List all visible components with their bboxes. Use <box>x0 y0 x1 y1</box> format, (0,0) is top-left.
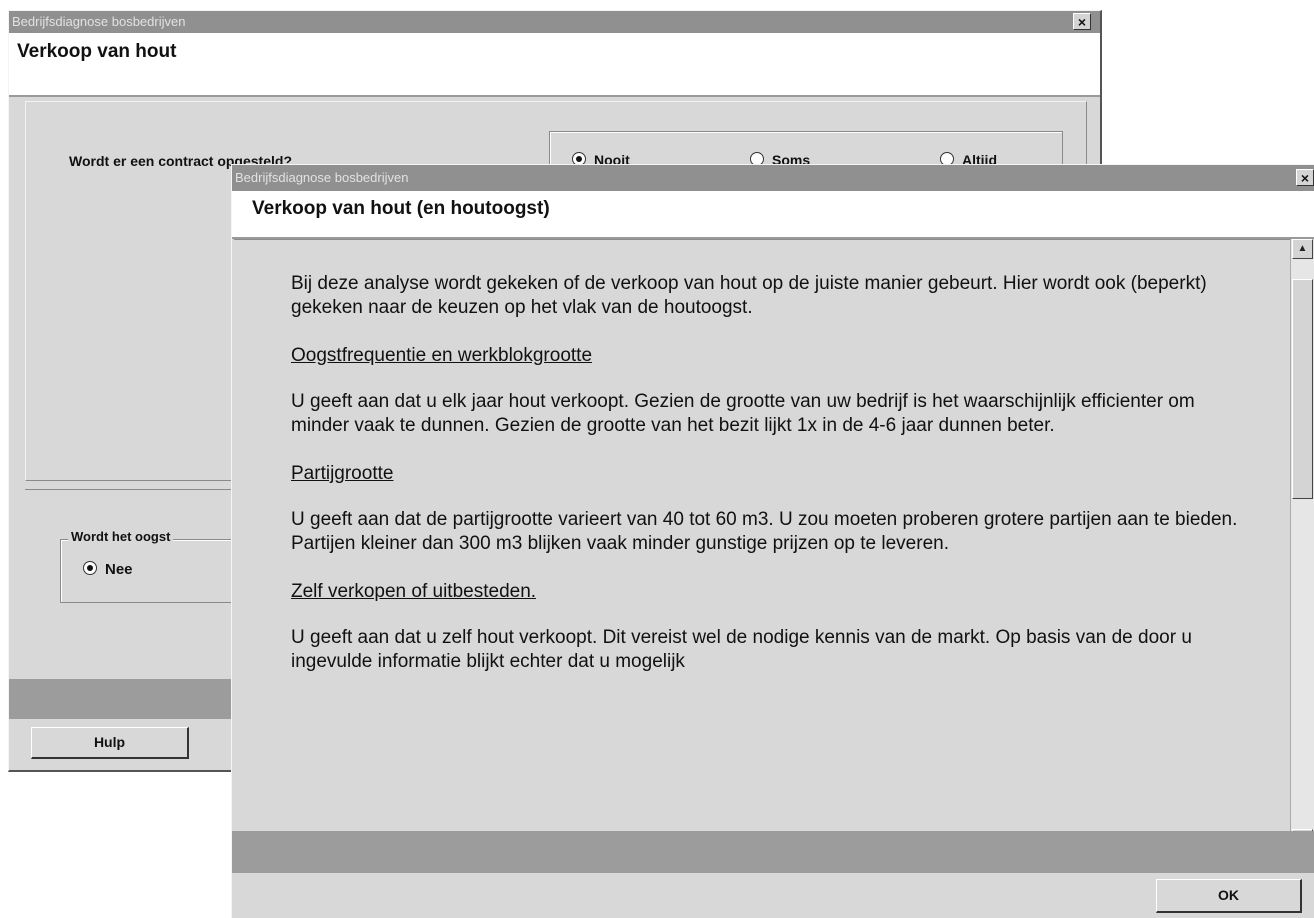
scroll-up-icon[interactable]: ▲ <box>1292 239 1313 259</box>
section-heading-oogstfrequentie: Oogstfrequentie en werkblokgrootte <box>291 345 593 366</box>
scroll-thumb[interactable] <box>1292 279 1313 499</box>
front-dialog-close-icon[interactable]: × <box>1296 169 1314 186</box>
help-button[interactable]: Hulp <box>31 727 189 759</box>
front-dialog-header: Verkoop van hout (en houtoogst) <box>232 191 1314 239</box>
report-content: Bij deze analyse wordt gekeken of de ver… <box>291 272 1251 698</box>
radio-nee-circle[interactable] <box>83 561 97 575</box>
front-dialog-titlebar[interactable]: Bedrijfsdiagnose bosbedrijven <box>232 165 1314 191</box>
vertical-scrollbar[interactable]: ▲ ▼ <box>1290 239 1314 851</box>
report-text-area[interactable]: Bij deze analyse wordt gekeken of de ver… <box>234 239 1290 890</box>
section-body-oogstfrequentie: U geeft aan dat u elk jaar hout verkoopt… <box>291 391 1195 436</box>
front-dialog-window: Bedrijfsdiagnose bosbedrijven × Verkoop … <box>231 164 1314 918</box>
back-dialog-titlebar[interactable]: Bedrijfsdiagnose bosbedrijven <box>9 11 1100 33</box>
radio-nee[interactable]: Nee <box>83 561 133 578</box>
ok-button[interactable]: OK <box>1156 879 1302 913</box>
radio-nee-label: Nee <box>105 561 133 578</box>
front-status-bar <box>232 831 1314 873</box>
section-body-partijgrootte: U geeft aan dat de partijgrootte varieer… <box>291 509 1238 554</box>
section-heading-partijgrootte: Partijgrootte <box>291 463 394 484</box>
back-dialog-title: Bedrijfsdiagnose bosbedrijven <box>12 14 186 29</box>
back-dialog-close-icon[interactable]: × <box>1073 13 1091 30</box>
intro-paragraph: Bij deze analyse wordt gekeken of de ver… <box>291 273 1207 318</box>
section-heading-zelf-verkopen: Zelf verkopen of uitbesteden. <box>291 581 537 602</box>
back-dialog-header: Verkoop van hout <box>9 33 1100 97</box>
section-body-zelf-verkopen: U geeft aan dat u zelf hout verkoopt. Di… <box>291 627 1192 672</box>
oogst-group-legend: Wordt het oogst <box>68 529 174 544</box>
front-dialog-title: Bedrijfsdiagnose bosbedrijven <box>235 170 409 185</box>
